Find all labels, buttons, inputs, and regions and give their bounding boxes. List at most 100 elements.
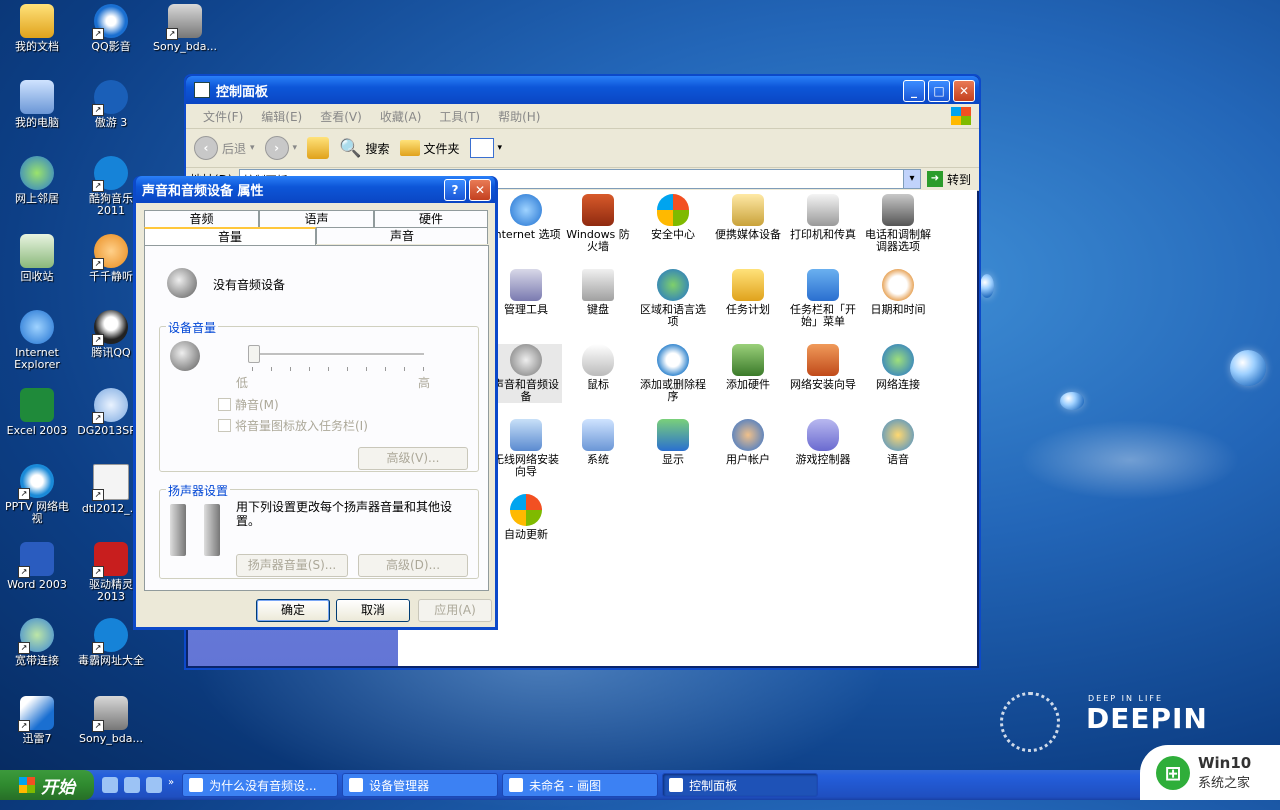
tab-hardware[interactable]: 硬件 xyxy=(374,210,488,227)
advanced-speaker-button[interactable]: 高级(D)... xyxy=(358,554,468,577)
tray-icon-checkbox-box[interactable] xyxy=(218,419,231,432)
desktop-icon-sony-bda-2[interactable]: ↗ Sony_bda... xyxy=(74,696,148,745)
up-folder-button[interactable] xyxy=(307,137,330,159)
cp-item-portable-media[interactable]: 便携媒体设备 xyxy=(712,194,784,241)
help-button[interactable]: ? xyxy=(444,179,466,201)
ie-quicklaunch-icon[interactable] xyxy=(102,777,118,793)
start-button[interactable]: 开始 xyxy=(0,770,94,800)
window-title: 控制面板 xyxy=(216,84,269,100)
menu-tools[interactable]: 工具(T) xyxy=(430,108,489,125)
tab-volume[interactable]: 音量 xyxy=(144,227,316,246)
cp-item-admin-tools[interactable]: 管理工具 xyxy=(490,269,562,316)
desktop-icon-my-documents[interactable]: 我的文档 xyxy=(0,4,74,53)
cp-item-network-connections[interactable]: 网络连接 xyxy=(862,344,934,391)
desktop-icon-qq-player[interactable]: ↗ QQ影音 xyxy=(74,4,148,53)
menu-favorites[interactable]: 收藏(A) xyxy=(371,108,431,125)
cp-item-keyboard[interactable]: 键盘 xyxy=(562,269,634,316)
desktop-icon-sony-bda[interactable]: ↗ Sony_bda... xyxy=(148,4,222,53)
cp-item-scheduled-tasks[interactable]: 任务计划 xyxy=(712,269,784,316)
cp-item-display[interactable]: 显示 xyxy=(637,419,709,466)
maximize-button[interactable]: □ xyxy=(928,80,950,102)
desktop-icon-my-computer[interactable]: 我的电脑 xyxy=(0,80,74,129)
forward-button[interactable]: › ▾ xyxy=(264,136,297,160)
dialog-close-button[interactable]: ✕ xyxy=(469,179,491,201)
cp-item-game-controllers[interactable]: 游戏控制器 xyxy=(787,419,859,466)
address-dropdown-icon[interactable]: ▾ xyxy=(902,170,920,188)
folders-button[interactable]: 文件夹 xyxy=(399,140,460,157)
wireless-icon xyxy=(510,419,542,451)
task-device-manager[interactable]: 设备管理器 xyxy=(342,773,499,797)
mute-checkbox-box[interactable] xyxy=(218,398,231,411)
cp-item-security-center[interactable]: 安全中心 xyxy=(637,194,709,241)
views-button[interactable]: ▾ xyxy=(469,138,503,158)
quicklaunch-overflow-icon[interactable]: » xyxy=(168,777,174,793)
volume-slider-thumb[interactable] xyxy=(248,345,260,363)
cp-item-region-language[interactable]: 区域和语言选项 xyxy=(637,269,709,328)
clock-icon xyxy=(882,269,914,301)
cp-item-internet-options[interactable]: Internet 选项 xyxy=(490,194,562,241)
task-paint[interactable]: 未命名 - 画图 xyxy=(502,773,659,797)
cp-item-user-accounts[interactable]: 用户帐户 xyxy=(712,419,784,466)
chevron-down-icon: ▾ xyxy=(497,143,503,153)
desktop-icon-ie[interactable]: Internet Explorer xyxy=(0,310,74,371)
cp-item-firewall[interactable]: Windows 防火墙 xyxy=(562,194,634,253)
back-arrow-icon: ‹ xyxy=(194,136,218,160)
ok-button[interactable]: 确定 xyxy=(256,599,330,622)
cp-item-system[interactable]: 系统 xyxy=(562,419,634,466)
go-arrow-icon: ➜ xyxy=(926,171,943,187)
cp-item-date-time[interactable]: 日期和时间 xyxy=(862,269,934,316)
minimize-button[interactable]: _ xyxy=(903,80,925,102)
cp-item-network-setup[interactable]: 网络安装向导 xyxy=(787,344,859,391)
house-icon xyxy=(807,344,839,376)
desktop-icon-network[interactable]: 网上邻居 xyxy=(0,156,74,205)
dialog-titlebar[interactable]: 声音和音频设备 属性 ? ✕ xyxy=(136,176,495,203)
search-button[interactable]: 🔍 搜索 xyxy=(339,138,389,159)
cp-item-automatic-updates[interactable]: 自动更新 xyxy=(490,494,562,541)
volume-slider-track[interactable] xyxy=(252,353,424,356)
desktop-icon-pptv[interactable]: ↗ PPTV 网络电视 xyxy=(0,464,74,525)
mute-checkbox[interactable]: 静音(M) xyxy=(218,396,279,413)
cp-item-printers[interactable]: 打印机和传真 xyxy=(787,194,859,241)
menu-bar: 文件(F) 编辑(E) 查看(V) 收藏(A) 工具(T) 帮助(H) xyxy=(186,104,979,129)
internet-explorer-icon xyxy=(20,310,54,344)
menu-file[interactable]: 文件(F) xyxy=(194,108,252,125)
menu-help[interactable]: 帮助(H) xyxy=(489,108,549,125)
cp-item-mouse[interactable]: 鼠标 xyxy=(562,344,634,391)
control-panel-titlebar[interactable]: 控制面板 _ □ ✕ xyxy=(186,76,979,104)
cp-item-wireless-setup[interactable]: 无线网络安装向导 xyxy=(490,419,562,478)
tab-audio[interactable]: 音频 xyxy=(144,210,259,227)
cp-item-add-hardware[interactable]: 添加硬件 xyxy=(712,344,784,391)
desktop-icon-broadband[interactable]: ↗ 宽带连接 xyxy=(0,618,74,667)
tray-icon-checkbox[interactable]: 将音量图标放入任务栏(I) xyxy=(218,417,368,434)
shield-icon xyxy=(657,194,689,226)
desktop-icon-recycle-bin[interactable]: 回收站 xyxy=(0,234,74,283)
forward-arrow-icon: › xyxy=(264,136,289,160)
task-control-panel[interactable]: 控制面板 xyxy=(662,773,819,797)
tab-voice[interactable]: 语声 xyxy=(259,210,374,227)
speaker-volume-button[interactable]: 扬声器音量(S)... xyxy=(236,554,348,577)
menu-edit[interactable]: 编辑(E) xyxy=(252,108,311,125)
desktop-icon-word[interactable]: ↗ Word 2003 xyxy=(0,542,74,591)
cp-item-sounds-audio[interactable]: 声音和音频设备 xyxy=(490,344,562,403)
go-button[interactable]: ➜ 转到 xyxy=(926,171,979,188)
tab-sounds[interactable]: 声音 xyxy=(316,227,488,244)
desktop-icon-maxthon[interactable]: ↗ 傲游 3 xyxy=(74,80,148,129)
maxthon-quicklaunch-icon[interactable] xyxy=(124,777,140,793)
cancel-button[interactable]: 取消 xyxy=(336,599,410,622)
device-volume-label: 设备音量 xyxy=(166,319,219,336)
cp-item-phone-modem[interactable]: 电话和调制解调器选项 xyxy=(862,194,934,253)
apply-button[interactable]: 应用(A) xyxy=(418,599,492,622)
cp-item-add-remove[interactable]: 添加或删除程序 xyxy=(637,344,709,403)
cp-item-taskbar-start[interactable]: 任务栏和「开始」菜单 xyxy=(787,269,859,328)
desktop-icon-excel[interactable]: Excel 2003 xyxy=(0,388,74,437)
menu-view[interactable]: 查看(V) xyxy=(311,108,371,125)
close-button[interactable]: ✕ xyxy=(953,80,975,102)
desktop-quicklaunch-icon[interactable] xyxy=(146,777,162,793)
back-button[interactable]: ‹ 后退 ▾ xyxy=(194,136,255,160)
advanced-volume-button[interactable]: 高级(V)... xyxy=(358,447,468,470)
cp-item-speech[interactable]: 语音 xyxy=(862,419,934,466)
sound-properties-dialog[interactable]: 声音和音频设备 属性 ? ✕ 音频 语声 硬件 音量 声音 没有音频设备 设备音… xyxy=(133,176,498,630)
desktop-icon-thunder[interactable]: ↗ 迅雷7 xyxy=(0,696,74,745)
device-volume-group: 设备音量 低 高 静音(M) 将音量图标放入任务栏(I) 高级(V)... xyxy=(159,319,479,472)
task-browser[interactable]: 为什么没有音频设... xyxy=(182,773,339,797)
